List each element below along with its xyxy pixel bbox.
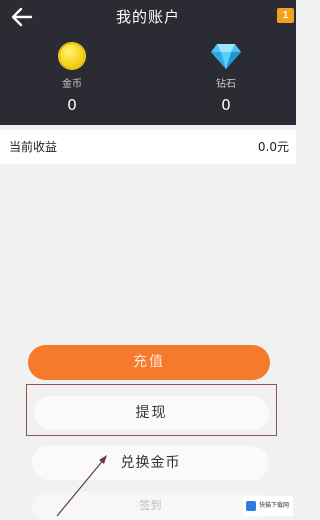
watermark-text: 快猫下载网: [258, 502, 289, 509]
earnings-row: 当前收益 0.0元: [0, 130, 296, 164]
diamond-icon: [211, 44, 241, 69]
gold-coin-icon: [58, 42, 86, 70]
notice-badge[interactable]: 1: [277, 8, 294, 23]
diamond-value: 0: [221, 96, 231, 114]
gold-value: 0: [67, 96, 77, 114]
diamond-label: 钻石: [216, 79, 236, 90]
withdraw-button[interactable]: 提现: [34, 396, 269, 430]
watermark-logo-icon: [246, 501, 256, 511]
account-header: 我的账户 1 金币 0 钻石 0: [0, 0, 296, 125]
recharge-button[interactable]: 充值: [28, 345, 270, 380]
diamond-balance: 钻石 0: [186, 42, 266, 114]
earnings-label: 当前收益: [9, 140, 58, 154]
gold-label: 金币: [62, 79, 82, 90]
pointer-arrow-icon: [56, 455, 107, 517]
watermark: 快猫下载网: [243, 496, 293, 516]
earnings-value: 0.0元: [257, 140, 289, 154]
gold-balance: 金币 0: [32, 42, 112, 114]
page-title: 我的账户: [115, 8, 180, 26]
